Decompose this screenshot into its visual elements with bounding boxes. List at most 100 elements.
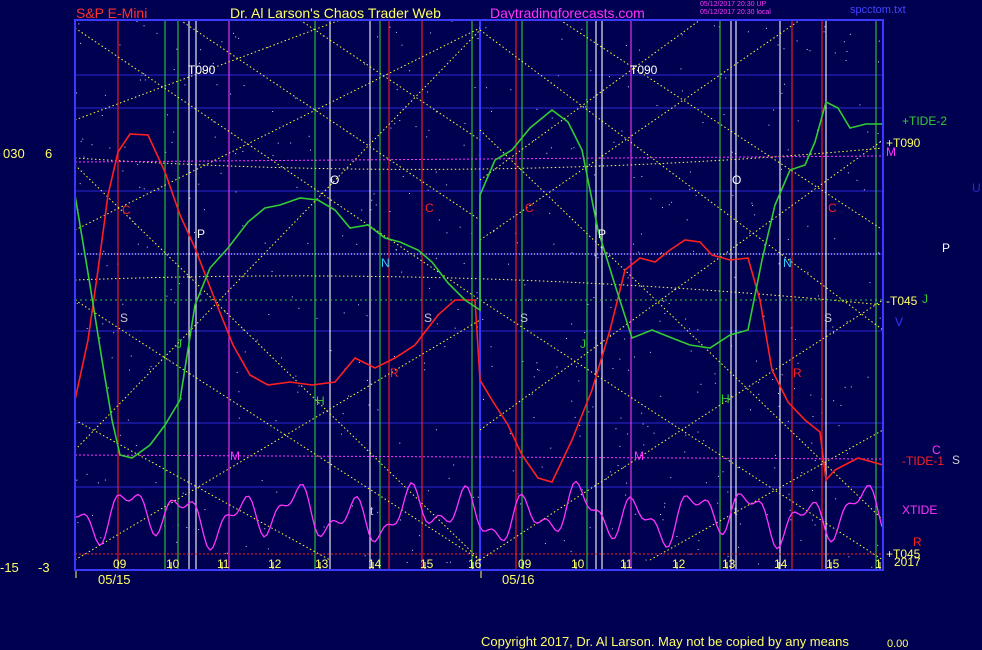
diagonal-line	[75, 319, 481, 561]
star	[879, 317, 881, 319]
star	[235, 153, 237, 155]
star	[137, 164, 139, 166]
star	[578, 380, 580, 382]
star	[723, 114, 725, 116]
star	[763, 315, 765, 317]
star	[800, 539, 802, 541]
star	[781, 374, 783, 376]
star	[794, 388, 796, 390]
star	[435, 429, 437, 431]
star	[343, 312, 345, 314]
star	[435, 257, 437, 259]
star	[533, 416, 535, 418]
star	[656, 105, 658, 107]
star	[298, 307, 300, 309]
star	[377, 36, 379, 38]
right-label-p: P	[942, 241, 950, 255]
star	[549, 212, 551, 214]
star	[634, 513, 636, 515]
star	[773, 109, 775, 111]
star	[623, 467, 625, 469]
star	[780, 168, 782, 170]
star	[660, 395, 662, 397]
star	[859, 104, 861, 106]
star	[685, 434, 687, 436]
star	[581, 489, 583, 491]
star	[615, 428, 617, 430]
star	[774, 467, 776, 469]
star	[245, 546, 247, 548]
star	[807, 225, 809, 227]
star	[660, 252, 662, 254]
star	[639, 49, 641, 51]
star	[204, 509, 206, 511]
star	[686, 219, 688, 221]
label-c: C	[525, 201, 534, 215]
star	[783, 48, 785, 50]
star	[693, 250, 695, 252]
star	[621, 130, 623, 132]
star	[156, 32, 158, 34]
star	[104, 94, 106, 96]
star	[619, 445, 621, 447]
star	[91, 515, 93, 517]
star	[124, 146, 126, 148]
star	[684, 451, 686, 453]
star	[550, 447, 552, 449]
star	[814, 524, 816, 526]
star	[230, 93, 232, 95]
star	[76, 303, 78, 305]
star	[668, 303, 670, 305]
star	[272, 111, 274, 113]
star	[214, 136, 216, 138]
star	[747, 31, 749, 33]
star	[640, 233, 642, 235]
star	[649, 351, 651, 353]
star	[662, 300, 664, 302]
star	[594, 174, 596, 176]
star	[714, 373, 716, 375]
chart-plot: T090 T090C C C CP PO ON NS S S SR RH HJ JM Mt t+TIDE-2+…	[74, 19, 981, 578]
copyright-text: Copyright 2017, Dr. Al Larson. May not b…	[481, 634, 849, 649]
star	[198, 183, 200, 185]
star	[493, 231, 495, 233]
star	[510, 89, 512, 91]
star	[695, 195, 697, 197]
star	[129, 369, 131, 371]
label-o: O	[732, 173, 741, 187]
star	[290, 142, 292, 144]
star	[80, 140, 82, 142]
star	[170, 289, 172, 291]
star	[714, 382, 716, 384]
star	[86, 327, 88, 329]
star	[863, 189, 865, 191]
star	[415, 126, 417, 128]
star	[449, 561, 451, 563]
label-r: R	[390, 366, 399, 380]
star	[754, 214, 756, 216]
right-label-m: M	[886, 145, 896, 159]
star	[199, 300, 201, 302]
star	[617, 465, 619, 467]
star	[119, 434, 121, 436]
star	[807, 271, 809, 273]
star	[811, 442, 813, 444]
star	[396, 89, 398, 91]
star	[427, 490, 429, 492]
star	[426, 136, 428, 138]
star	[597, 257, 599, 259]
label-t090: T090	[188, 63, 216, 77]
star	[565, 337, 567, 339]
star	[358, 361, 360, 363]
star	[737, 467, 739, 469]
star	[486, 87, 488, 89]
label-s: S	[120, 311, 128, 325]
star	[507, 263, 509, 265]
star	[766, 514, 768, 516]
star	[446, 184, 448, 186]
star	[676, 536, 678, 538]
star	[476, 292, 478, 294]
star	[348, 395, 350, 397]
label-n: N	[783, 256, 792, 270]
label-p: P	[598, 227, 606, 241]
